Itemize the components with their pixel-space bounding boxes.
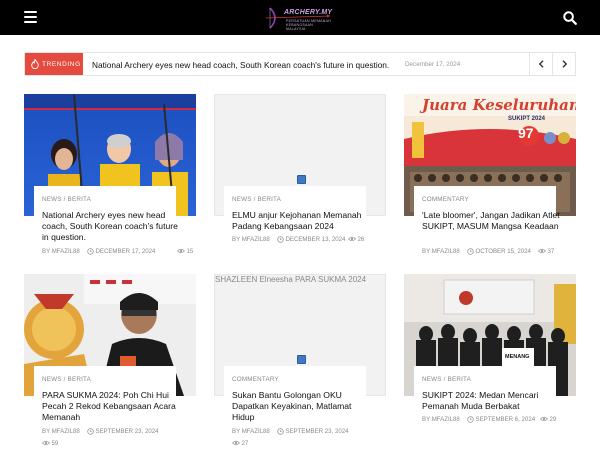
logo-subtext: PERSATUAN MEMANAH KEBANGSAAN MALAYSIA [286, 19, 332, 31]
article-author[interactable]: BY MFAZIL88 [422, 248, 460, 255]
eye-icon [232, 441, 240, 446]
article-views: 15 [177, 248, 193, 255]
article-views: 29 [540, 416, 556, 423]
article-title-link[interactable]: ELMU anjur Kejohanan Memanah Padang Keba… [232, 210, 372, 232]
article-category-link[interactable]: COMMENTARY [422, 196, 469, 203]
article-views: 26 [348, 236, 364, 243]
eye-icon [538, 249, 546, 254]
article-date: SEPTEMBER 23, 2024 [87, 428, 159, 435]
trending-headline-link[interactable]: National Archery eyes new head coach, So… [92, 60, 389, 70]
trending-next-button[interactable] [552, 53, 575, 75]
trending-date: December 17, 2024 [405, 60, 461, 68]
article-date-text: SEPTEMBER 23, 2024 [285, 428, 349, 436]
article-author[interactable]: BY MFAZIL88 [42, 248, 80, 255]
broken-image-icon [297, 175, 306, 184]
eye-icon [540, 417, 548, 422]
article-card: NEWS / BERITA ELMU anjur Kejohanan Meman… [214, 94, 386, 256]
article-title-link[interactable]: National Archery eyes new head coach, So… [42, 210, 182, 243]
image-alt-text: SHAZLEEN Elneesha PARA SUKMA 2024 [215, 275, 367, 284]
trending-prev-button[interactable] [529, 53, 552, 75]
article-title-link[interactable]: SUKIPT 2024: Medan Mencari Pemanah Muda … [422, 390, 562, 412]
article-info-panel: NEWS / BERITA National Archery eyes new … [34, 186, 178, 256]
trending-ticker: TRENDING National Archery eyes new head … [24, 52, 576, 76]
article-date-text: DECEMBER 13, 2024 [285, 236, 346, 244]
chevron-right-icon [562, 60, 568, 68]
clock-icon [277, 428, 284, 435]
article-info-panel: COMMENTARY Sukan Bantu Golongan OKU Dapa… [224, 366, 366, 436]
clock-icon [277, 236, 284, 243]
article-views-count: 27 [241, 440, 249, 447]
search-icon[interactable] [563, 11, 577, 25]
article-date: DECEMBER 17, 2024 [87, 248, 155, 255]
clock-icon [467, 248, 474, 255]
article-author[interactable]: BY MFAZIL88 [422, 416, 460, 423]
article-card: SHAZLEEN Elneesha PARA SUKMA 2024 COMMEN… [214, 274, 386, 447]
article-card: Juara Keseluruhan SUKIPT 2024 97 COMMENT… [404, 94, 576, 256]
trending-label: TRENDING [42, 60, 81, 68]
article-info-panel: NEWS / BERITA PARA SUKMA 2024: Poh Chi H… [34, 366, 176, 436]
article-card: MENANG NEWS / BERITA SUKIPT 2024: Medan … [404, 274, 576, 436]
site-logo[interactable]: ARCHERY.MY PERSATUAN MEMANAH KEBANGSAAN … [264, 5, 334, 31]
eye-icon [348, 237, 356, 242]
poster-heading: Juara Keseluruhan [422, 96, 576, 114]
article-category-link[interactable]: NEWS / BERITA [42, 376, 91, 383]
top-navigation-bar: ARCHERY.MY PERSATUAN MEMANAH KEBANGSAAN … [0, 0, 600, 35]
sign-text: MENANG [505, 354, 530, 360]
article-views-count: 37 [547, 248, 555, 255]
article-info-panel: NEWS / BERITA ELMU anjur Kejohanan Meman… [224, 186, 366, 256]
article-card: NEWS / BERITA PARA SUKMA 2024: Poh Chi H… [24, 274, 196, 447]
clock-icon [87, 428, 94, 435]
trending-badge: TRENDING [25, 53, 83, 75]
article-author[interactable]: BY MFAZIL88 [42, 428, 80, 435]
article-title-link[interactable]: 'Late bloomer', Jangan Jadikan Atlet SUK… [422, 210, 562, 232]
broken-image-icon [297, 355, 306, 364]
article-views: 37 [538, 248, 554, 255]
article-category-link[interactable]: COMMENTARY [232, 376, 279, 383]
article-card: NEWS / BERITA National Archery eyes new … [24, 94, 196, 256]
article-views: 27 [232, 440, 248, 447]
article-category-link[interactable]: NEWS / BERITA [42, 196, 91, 203]
article-views-count: 59 [51, 440, 59, 447]
article-date: SEPTEMBER 23, 2024 [277, 428, 349, 435]
eye-icon [42, 441, 50, 446]
article-author[interactable]: BY MFAZIL88 [232, 236, 270, 243]
article-category-link[interactable]: NEWS / BERITA [422, 376, 471, 383]
hamburger-menu-icon[interactable] [24, 11, 37, 23]
article-info-panel: NEWS / BERITA SUKIPT 2024: Medan Mencari… [414, 366, 556, 436]
article-title-link[interactable]: PARA SUKMA 2024: Poh Chi Hui Pecah 2 Rek… [42, 390, 182, 423]
article-date-text: DECEMBER 17, 2024 [95, 248, 156, 256]
eye-icon [177, 249, 185, 254]
chevron-left-icon [538, 60, 544, 68]
article-date: OCTOBER 15, 2024 [467, 248, 531, 255]
article-views: 59 [42, 440, 58, 447]
article-date-text: OCTOBER 15, 2024 [475, 248, 531, 256]
article-date-text: SEPTEMBER 23, 2024 [95, 428, 159, 436]
poster-subheading: SUKIPT 2024 [508, 116, 546, 122]
article-views-count: 15 [186, 248, 194, 255]
logo-text: ARCHERY.MY [284, 9, 333, 16]
clock-icon [467, 416, 474, 423]
article-info-panel: COMMENTARY 'Late bloomer', Jangan Jadika… [414, 186, 560, 256]
article-views-count: 26 [357, 236, 365, 243]
article-date: DECEMBER 13, 2024 [277, 236, 345, 243]
article-date: SEPTEMBER 6, 2024 [467, 416, 535, 423]
article-views-count: 29 [549, 416, 557, 423]
article-title-link[interactable]: Sukan Bantu Golongan OKU Dapatkan Keyaki… [232, 390, 372, 423]
article-date-text: SEPTEMBER 6, 2024 [475, 416, 536, 424]
poster-number: 97 [518, 125, 534, 141]
article-category-link[interactable]: NEWS / BERITA [232, 196, 281, 203]
clock-icon [87, 248, 94, 255]
fire-icon [31, 59, 39, 69]
article-author[interactable]: BY MFAZIL88 [232, 428, 270, 435]
